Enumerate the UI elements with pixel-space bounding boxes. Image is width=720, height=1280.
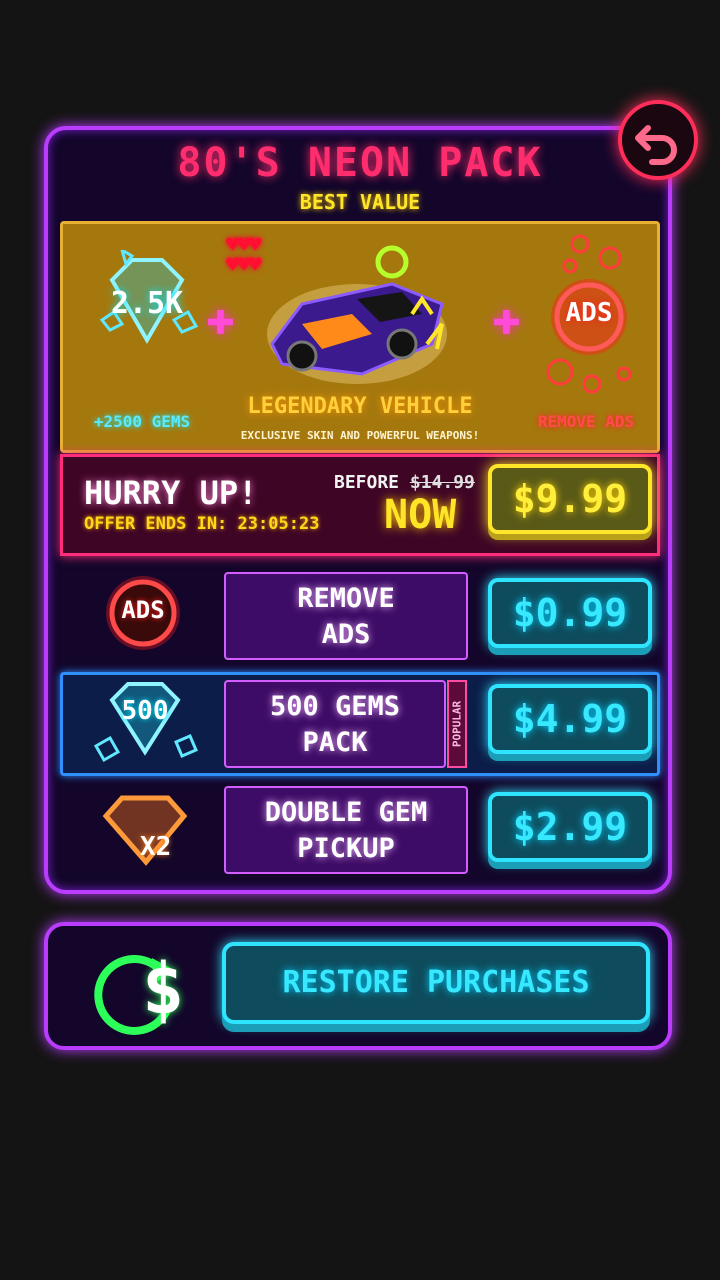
remove-ads-item: REMOVE ADS xyxy=(224,572,468,660)
double-gem-item: DOUBLE GEM PICKUP xyxy=(224,786,468,874)
dollar-icon: $ xyxy=(142,948,185,1030)
legendary-vehicle-label: LEGENDARY VEHICLE xyxy=(247,394,473,419)
item-label-line2: PACK xyxy=(302,727,368,758)
gems-pack-item: 500 GEMS PACK xyxy=(224,680,446,768)
item-label-line2: ADS xyxy=(321,619,371,650)
item-label-line1: REMOVE xyxy=(297,583,395,614)
ads-icon-text: ADS xyxy=(121,596,165,624)
plus-icon: ✚ xyxy=(492,290,521,346)
heart-icon: ♥♥♥ ♥♥♥ xyxy=(226,233,262,278)
offer-timer: OFFER ENDS IN: 23:05:23 xyxy=(84,514,319,534)
restore-purchases-button[interactable]: RESTORE PURCHASES xyxy=(222,942,650,1024)
vehicle-description: EXCLUSIVE SKIN AND POWERFUL WEAPONS! xyxy=(240,429,480,442)
pack-buy-button[interactable]: $9.99 xyxy=(488,464,652,534)
item-label-line1: DOUBLE GEM xyxy=(264,797,428,828)
ads-icon-text: ADS xyxy=(565,298,613,328)
remove-ads-buy-button[interactable]: $0.99 xyxy=(488,578,652,648)
item-label-line1: 500 GEMS xyxy=(269,691,401,722)
popular-badge: POPULAR xyxy=(447,680,467,768)
best-value-label: BEST VALUE xyxy=(299,190,421,214)
gems-pack-buy-button[interactable]: $4.99 xyxy=(488,684,652,754)
multiplier-label: X2 xyxy=(140,832,172,862)
legendary-car-icon xyxy=(267,245,447,384)
before-label: BEFORE xyxy=(334,472,400,493)
hurry-up-label: HURRY UP! xyxy=(84,474,258,512)
offer-countdown: 23:05:23 xyxy=(237,514,320,534)
plus-icon: ✚ xyxy=(206,290,235,346)
double-gem-buy-button[interactable]: $2.99 xyxy=(488,792,652,862)
pack-title: 80'S NEON PACK xyxy=(177,140,543,186)
gem-icon-value: 2.5K xyxy=(110,286,184,321)
item-label-line2: PICKUP xyxy=(297,833,395,864)
gem-icon xyxy=(93,682,198,763)
now-label: NOW xyxy=(384,492,457,538)
before-price: BEFORE $14.99 xyxy=(334,472,475,493)
gem-icon-value: 500 xyxy=(121,696,169,726)
old-price: $14.99 xyxy=(409,472,475,493)
remove-ads-label: REMOVE ADS xyxy=(537,412,635,431)
gems-amount-label: +2500 GEMS xyxy=(93,412,191,431)
offer-ends-label: OFFER ENDS IN: xyxy=(84,514,228,534)
popular-label: POPULAR xyxy=(450,700,464,748)
